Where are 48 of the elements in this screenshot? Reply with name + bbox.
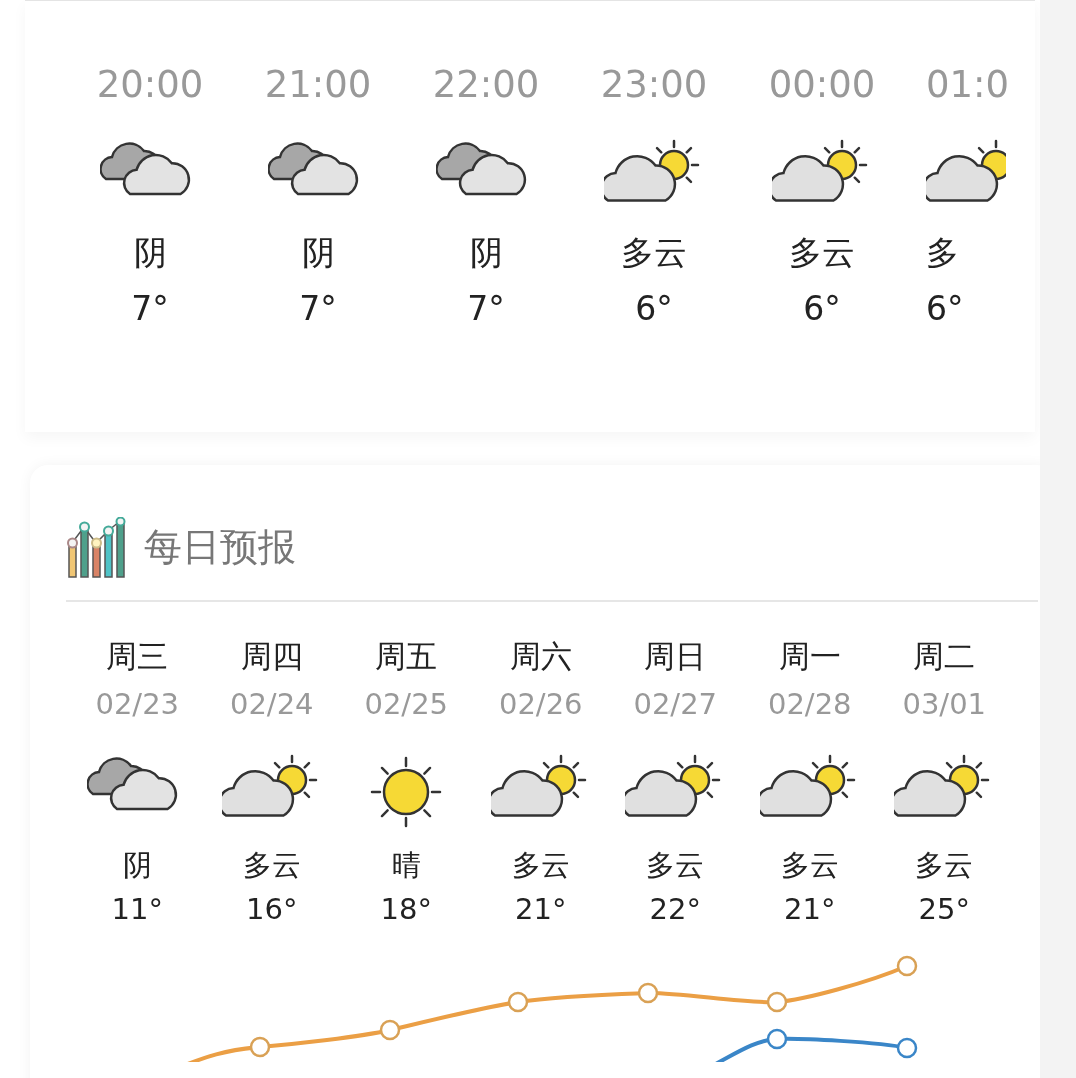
weekday-label: 周六 [509, 637, 572, 676]
condition-label: 多云 [242, 847, 301, 884]
temperature-label: 6° [635, 288, 673, 330]
temperature-label: 6° [803, 288, 841, 330]
temperature-label: 7° [131, 288, 169, 330]
temperature-label: 16° [246, 891, 298, 928]
condition-label: 多 [926, 232, 959, 274]
condition-label: 多云 [915, 847, 974, 884]
condition-label: 多云 [511, 847, 570, 884]
hour-label: 22:00 [432, 62, 540, 108]
condition-label: 多云 [780, 847, 839, 884]
temperature-label: 22° [649, 891, 701, 928]
date-label: 02/27 [633, 686, 718, 723]
condition-label: 多云 [789, 232, 855, 274]
date-label: 02/23 [95, 686, 180, 723]
temperature-label: 7° [299, 288, 337, 330]
date-label: 02/24 [229, 686, 314, 723]
hour-label: 23:00 [600, 62, 708, 108]
weekday-label: 周一 [778, 637, 841, 676]
temperature-label: 11° [111, 891, 163, 928]
hour-label: 20:00 [96, 62, 204, 108]
temperature-label: 21° [515, 891, 567, 928]
hour-label: 21:00 [264, 62, 372, 108]
temperature-label: 21° [784, 891, 836, 928]
bar-chart-icon [66, 516, 126, 579]
weekday-label: 周二 [913, 637, 976, 676]
weekday-label: 周日 [644, 637, 707, 676]
condition-label: 晴 [391, 847, 421, 884]
condition-label: 多云 [646, 847, 705, 884]
date-label: 02/25 [364, 686, 449, 723]
weekday-label: 周四 [240, 637, 303, 676]
temperature-label: 18° [380, 891, 432, 928]
date-label: 03/01 [902, 686, 987, 723]
weekday-label: 周五 [375, 637, 438, 676]
condition-label: 阴 [133, 232, 167, 274]
date-label: 02/26 [498, 686, 583, 723]
temperature-label: 6° [926, 288, 964, 330]
temperature-label: 25° [918, 891, 970, 928]
section-title: 每日预报 [144, 524, 296, 571]
condition-label: 多云 [621, 232, 687, 274]
hour-label: 00:00 [768, 62, 876, 108]
condition-label: 阴 [301, 232, 335, 274]
temperature-label: 7° [467, 288, 505, 330]
condition-label: 阴 [122, 847, 152, 884]
date-label: 02/28 [767, 686, 852, 723]
condition-label: 阴 [469, 232, 503, 274]
weekday-label: 周三 [106, 637, 169, 676]
hour-label: 01:0 [926, 62, 1010, 108]
